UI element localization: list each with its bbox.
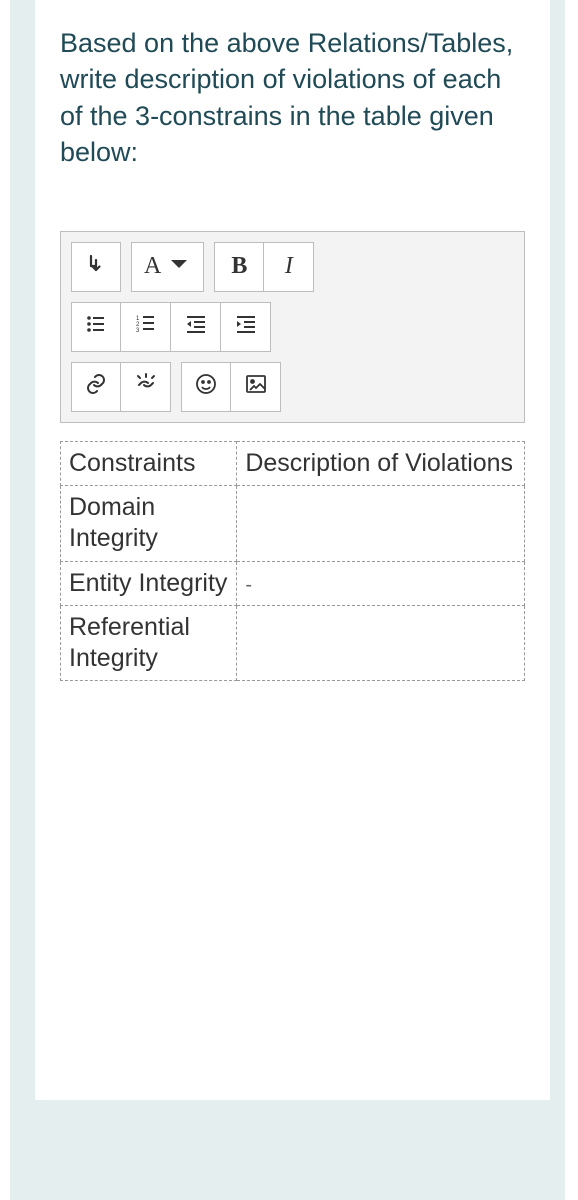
constraint-desc[interactable]: -: [237, 561, 525, 605]
emoji-button[interactable]: [181, 362, 231, 412]
header-constraints: Constraints: [61, 441, 237, 485]
font-size-dropdown[interactable]: A: [131, 242, 204, 292]
bold-button[interactable]: B: [214, 242, 264, 292]
font-letter-label: A: [144, 253, 161, 280]
table-row: Entity Integrity -: [61, 561, 525, 605]
smile-icon: [194, 372, 218, 402]
constraint-desc[interactable]: [237, 605, 525, 681]
bullet-list-icon: [84, 312, 108, 342]
bullet-list-button[interactable]: [71, 302, 121, 352]
table-header-row: Constraints Description of Violations: [61, 441, 525, 485]
rich-text-toolbar: A B I: [60, 231, 525, 423]
indent-icon: [234, 312, 258, 342]
image-icon: [244, 372, 268, 402]
italic-button[interactable]: I: [264, 242, 314, 292]
bold-letter-label: B: [231, 253, 247, 280]
unlink-button[interactable]: [121, 362, 171, 412]
link-icon: [84, 372, 108, 402]
constraint-name: Domain Integrity: [61, 486, 237, 562]
table-row: Domain Integrity: [61, 486, 525, 562]
caret-down-icon: [167, 252, 191, 282]
outdent-button[interactable]: [171, 302, 221, 352]
svg-text:3: 3: [136, 328, 140, 334]
unlink-icon: [134, 372, 158, 402]
paragraph-insert-button[interactable]: [71, 242, 121, 292]
instruction-text: Based on the above Relations/Tables, wri…: [60, 25, 525, 171]
numbered-list-icon: 123: [134, 312, 158, 342]
link-button[interactable]: [71, 362, 121, 412]
image-button[interactable]: [231, 362, 281, 412]
outdent-icon: [184, 312, 208, 342]
header-description: Description of Violations: [237, 441, 525, 485]
italic-letter-label: I: [285, 253, 293, 280]
constraint-name: Entity Integrity: [61, 561, 237, 605]
indent-button[interactable]: [221, 302, 271, 352]
numbered-list-button[interactable]: 123: [121, 302, 171, 352]
constraint-name: Referential Integrity: [61, 605, 237, 681]
constraint-desc[interactable]: [237, 486, 525, 562]
table-row: Referential Integrity: [61, 605, 525, 681]
constraints-table: Constraints Description of Violations Do…: [60, 441, 525, 682]
arrow-down-icon: [84, 252, 108, 282]
